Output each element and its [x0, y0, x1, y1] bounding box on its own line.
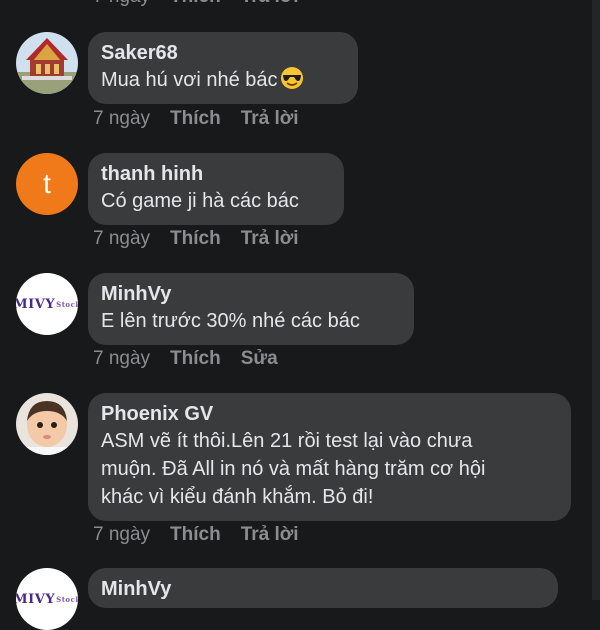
comment-actions-partial: 7 ngày Thích Trả lời — [93, 0, 299, 8]
mivy-logo-icon: MIVYStock — [16, 273, 78, 335]
mivy-logo-icon: MIVYStock — [16, 568, 78, 630]
comment-time: 7 ngày — [93, 228, 151, 249]
avatar[interactable] — [16, 32, 78, 94]
reply-button[interactable]: Trả lời — [241, 0, 299, 8]
comment-bubble[interactable]: Saker68 Mua hú vơi nhé bác — [88, 32, 358, 104]
comment-time: 7 ngày — [93, 108, 151, 129]
comment-actions: 7 ngày Thích Trả lời — [93, 524, 299, 546]
comment-author[interactable]: thanh hinh — [101, 161, 330, 187]
comment-actions: 7 ngày Thích Sửa — [93, 348, 278, 370]
comment-text: E lên trước 30% nhé các bác — [101, 310, 360, 332]
comment-author[interactable]: Phoenix GV — [101, 401, 557, 427]
comment-bubble[interactable]: MinhVy — [88, 568, 558, 608]
reply-button[interactable]: Trả lời — [241, 228, 299, 250]
avatar[interactable]: MIVYStock — [16, 273, 78, 335]
comment-bubble[interactable]: thanh hinh Có game ji hà các bác — [88, 153, 344, 225]
comment-time: 7 ngày — [93, 524, 151, 545]
comment-time: 7 ngày — [93, 0, 150, 8]
comment-text: Mua hú vơi nhé bác — [101, 66, 344, 94]
comment-actions: 7 ngày Thích Trả lời — [93, 108, 299, 130]
like-button[interactable]: Thích — [170, 524, 221, 546]
avatar[interactable] — [16, 393, 78, 455]
avatar-letter: t — [16, 153, 78, 215]
comment-author[interactable]: MinhVy — [101, 576, 544, 602]
comment-author[interactable]: MinhVy — [101, 281, 400, 307]
comment-bubble[interactable]: MinhVy E lên trước 30% nhé các bác — [88, 273, 414, 345]
comment-time: 7 ngày — [93, 348, 151, 369]
avatar[interactable]: t — [16, 153, 78, 215]
comment-bubble[interactable]: Phoenix GV ASM vẽ ít thôi.Lên 21 rồi tes… — [88, 393, 571, 521]
comment-actions: 7 ngày Thích Trả lời — [93, 228, 299, 250]
like-button[interactable]: Thích — [170, 228, 221, 250]
edit-button[interactable]: Sửa — [241, 348, 278, 370]
temple-photo-icon — [16, 32, 78, 94]
reply-button[interactable]: Trả lời — [241, 524, 299, 546]
like-button[interactable]: Thích — [170, 0, 221, 8]
comment-text: Có game ji hà các bác — [101, 190, 299, 212]
like-button[interactable]: Thích — [170, 108, 221, 130]
avatar[interactable]: MIVYStock — [16, 568, 78, 630]
comment-author[interactable]: Saker68 — [101, 40, 344, 66]
comment-text: ASM vẽ ít thôi.Lên 21 rồi test lại vào c… — [101, 430, 486, 508]
scrollbar-track[interactable] — [592, 0, 600, 600]
reply-button[interactable]: Trả lời — [241, 108, 299, 130]
like-button[interactable]: Thích — [170, 348, 221, 370]
baby-photo-icon — [16, 393, 78, 455]
sunglasses-emoji-icon — [280, 67, 303, 89]
